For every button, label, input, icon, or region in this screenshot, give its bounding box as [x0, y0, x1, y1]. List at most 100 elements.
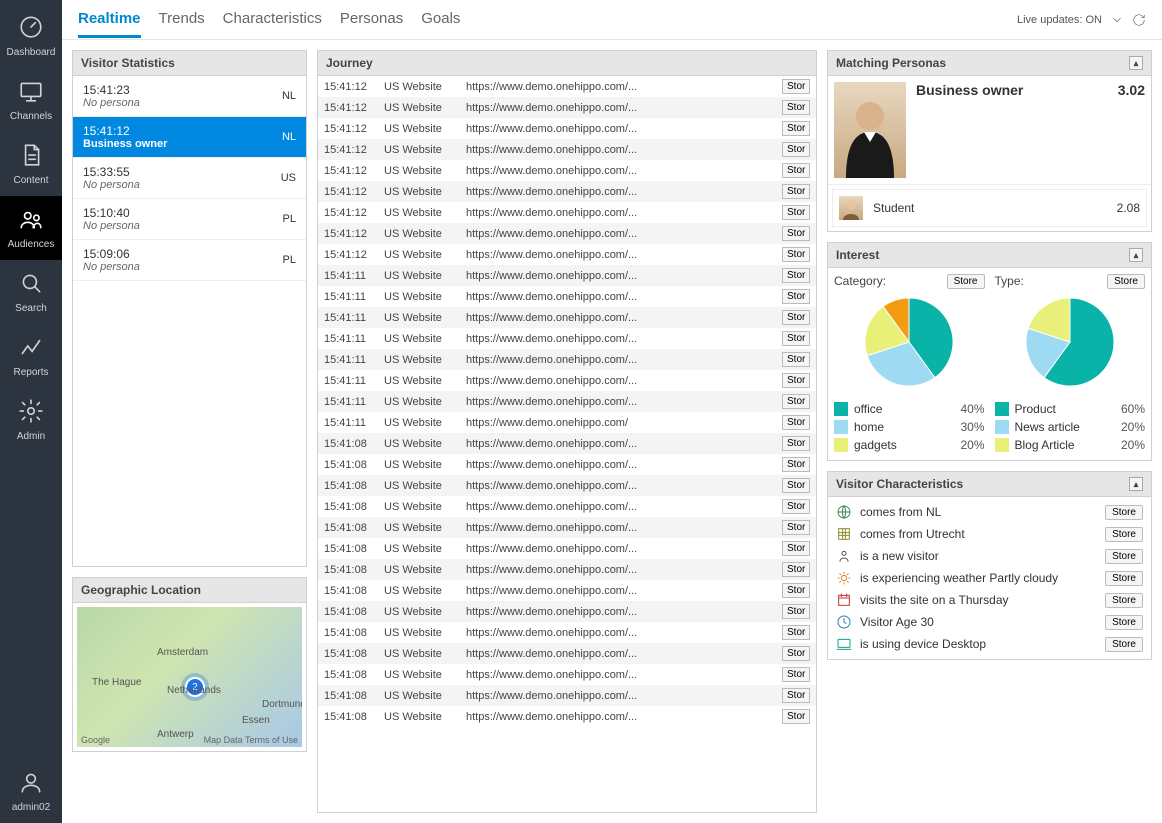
journey-row[interactable]: 15:41:08US Websitehttps://www.demo.onehi… [318, 664, 816, 685]
journey-row[interactable]: 15:41:08US Websitehttps://www.demo.onehi… [318, 559, 816, 580]
store-button[interactable]: Stor [782, 688, 810, 703]
store-button[interactable]: Store [1105, 549, 1143, 564]
persona-primary[interactable]: Business owner 3.02 [828, 76, 1151, 185]
store-button[interactable]: Store [1105, 505, 1143, 520]
journey-row[interactable]: 15:41:11US Websitehttps://www.demo.onehi… [318, 349, 816, 370]
tab-personas[interactable]: Personas [340, 2, 403, 38]
store-button[interactable]: Stor [782, 184, 810, 199]
journey-row[interactable]: 15:41:08US Websitehttps://www.demo.onehi… [318, 601, 816, 622]
store-button[interactable]: Stor [782, 667, 810, 682]
tab-goals[interactable]: Goals [421, 2, 460, 38]
store-button[interactable]: Stor [782, 436, 810, 451]
refresh-icon[interactable] [1132, 13, 1146, 27]
journey-row[interactable]: 15:41:11US Websitehttps://www.demo.onehi… [318, 286, 816, 307]
journey-row[interactable]: 15:41:08US Websitehttps://www.demo.onehi… [318, 706, 816, 727]
journey-row[interactable]: 15:41:11US Websitehttps://www.demo.onehi… [318, 328, 816, 349]
store-button[interactable]: Store [1105, 527, 1143, 542]
persona-secondary[interactable]: Student 2.08 [832, 189, 1147, 227]
journey-row[interactable]: 15:41:11US Websitehttps://www.demo.onehi… [318, 391, 816, 412]
store-button[interactable]: Stor [782, 646, 810, 661]
tab-realtime[interactable]: Realtime [78, 2, 141, 38]
store-button[interactable]: Store [947, 274, 985, 289]
store-button[interactable]: Stor [782, 205, 810, 220]
store-button[interactable]: Stor [782, 394, 810, 409]
store-button[interactable]: Stor [782, 499, 810, 514]
sidebar-item-reports[interactable]: Reports [0, 324, 62, 388]
store-button[interactable]: Stor [782, 583, 810, 598]
store-button[interactable]: Store [1105, 593, 1143, 608]
visitor-row[interactable]: 15:41:12Business ownerNL [73, 117, 306, 158]
store-button[interactable]: Stor [782, 604, 810, 619]
visitor-row[interactable]: 15:10:40No personaPL [73, 199, 306, 240]
journey-row[interactable]: 15:41:12US Websitehttps://www.demo.onehi… [318, 160, 816, 181]
chevron-down-icon[interactable] [1110, 13, 1124, 27]
journey-row[interactable]: 15:41:12US Websitehttps://www.demo.onehi… [318, 223, 816, 244]
journey-row[interactable]: 15:41:12US Websitehttps://www.demo.onehi… [318, 76, 816, 97]
visitor-row[interactable]: 15:41:23No personaNL [73, 76, 306, 117]
store-button[interactable]: Stor [782, 268, 810, 283]
journey-row[interactable]: 15:41:08US Websitehttps://www.demo.onehi… [318, 643, 816, 664]
store-button[interactable]: Stor [782, 79, 810, 94]
sidebar-item-dashboard[interactable]: Dashboard [0, 4, 62, 68]
store-button[interactable]: Stor [782, 163, 810, 178]
journey-row[interactable]: 15:41:12US Websitehttps://www.demo.onehi… [318, 202, 816, 223]
journey-row[interactable]: 15:41:08US Websitehttps://www.demo.onehi… [318, 580, 816, 601]
journey-row[interactable]: 15:41:08US Websitehttps://www.demo.onehi… [318, 517, 816, 538]
journey-row[interactable]: 15:41:11US Websitehttps://www.demo.onehi… [318, 265, 816, 286]
store-button[interactable]: Stor [782, 415, 810, 430]
journey-row[interactable]: 15:41:08US Websitehttps://www.demo.onehi… [318, 496, 816, 517]
store-button[interactable]: Stor [782, 625, 810, 640]
sidebar-item-admin[interactable]: Admin [0, 388, 62, 452]
live-updates[interactable]: Live updates: ON [1017, 13, 1146, 27]
store-button[interactable]: Stor [782, 289, 810, 304]
journey-row[interactable]: 15:41:12US Websitehttps://www.demo.onehi… [318, 97, 816, 118]
journey-row[interactable]: 15:41:11US Websitehttps://www.demo.onehi… [318, 307, 816, 328]
store-button[interactable]: Stor [782, 310, 810, 325]
journey-row[interactable]: 15:41:08US Websitehttps://www.demo.onehi… [318, 433, 816, 454]
store-button[interactable]: Stor [782, 331, 810, 346]
journey-row[interactable]: 15:41:08US Websitehttps://www.demo.onehi… [318, 538, 816, 559]
map[interactable]: 2 Google Map Data Terms of Use Amsterdam… [77, 607, 302, 747]
journey-row[interactable]: 15:41:12US Websitehttps://www.demo.onehi… [318, 181, 816, 202]
store-button[interactable]: Stor [782, 562, 810, 577]
store-button[interactable]: Stor [782, 373, 810, 388]
store-button[interactable]: Stor [782, 520, 810, 535]
journey-row[interactable]: 15:41:12US Websitehttps://www.demo.onehi… [318, 244, 816, 265]
store-button[interactable]: Stor [782, 226, 810, 241]
journey-row[interactable]: 15:41:12US Websitehttps://www.demo.onehi… [318, 139, 816, 160]
store-button[interactable]: Stor [782, 247, 810, 262]
store-button[interactable]: Stor [782, 457, 810, 472]
tab-characteristics[interactable]: Characteristics [223, 2, 322, 38]
sidebar-user[interactable]: admin02 [0, 759, 62, 823]
store-button[interactable]: Stor [782, 142, 810, 157]
sidebar-item-search[interactable]: Search [0, 260, 62, 324]
sidebar-item-channels[interactable]: Channels [0, 68, 62, 132]
store-button[interactable]: Store [1105, 615, 1143, 630]
journey-row[interactable]: 15:41:11US Websitehttps://www.demo.onehi… [318, 412, 816, 433]
store-button[interactable]: Stor [782, 541, 810, 556]
journey-row[interactable]: 15:41:08US Websitehttps://www.demo.onehi… [318, 475, 816, 496]
collapse-icon[interactable]: ▴ [1129, 248, 1143, 262]
store-button[interactable]: Store [1105, 571, 1143, 586]
visitor-row[interactable]: 15:09:06No personaPL [73, 240, 306, 281]
store-button[interactable]: Store [1105, 637, 1143, 652]
sidebar-item-content[interactable]: Content [0, 132, 62, 196]
store-button[interactable]: Stor [782, 352, 810, 367]
store-button[interactable]: Stor [782, 478, 810, 493]
collapse-icon[interactable]: ▴ [1129, 477, 1143, 491]
journey-row[interactable]: 15:41:11US Websitehttps://www.demo.onehi… [318, 370, 816, 391]
characteristic-row: is using device DesktopStore [832, 633, 1147, 655]
store-button[interactable]: Stor [782, 100, 810, 115]
collapse-icon[interactable]: ▴ [1129, 56, 1143, 70]
journey-row[interactable]: 15:41:12US Websitehttps://www.demo.onehi… [318, 118, 816, 139]
journey-row[interactable]: 15:41:08US Websitehttps://www.demo.onehi… [318, 622, 816, 643]
journey-row[interactable]: 15:41:08US Websitehttps://www.demo.onehi… [318, 685, 816, 706]
sidebar-item-audiences[interactable]: Audiences [0, 196, 62, 260]
store-button[interactable]: Stor [782, 709, 810, 724]
tab-trends[interactable]: Trends [159, 2, 205, 38]
journey-row[interactable]: 15:41:08US Websitehttps://www.demo.onehi… [318, 454, 816, 475]
store-button[interactable]: Stor [782, 121, 810, 136]
visitor-row[interactable]: 15:33:55No personaUS [73, 158, 306, 199]
journey-list[interactable]: 15:41:12US Websitehttps://www.demo.onehi… [318, 76, 816, 812]
store-button[interactable]: Store [1107, 274, 1145, 289]
